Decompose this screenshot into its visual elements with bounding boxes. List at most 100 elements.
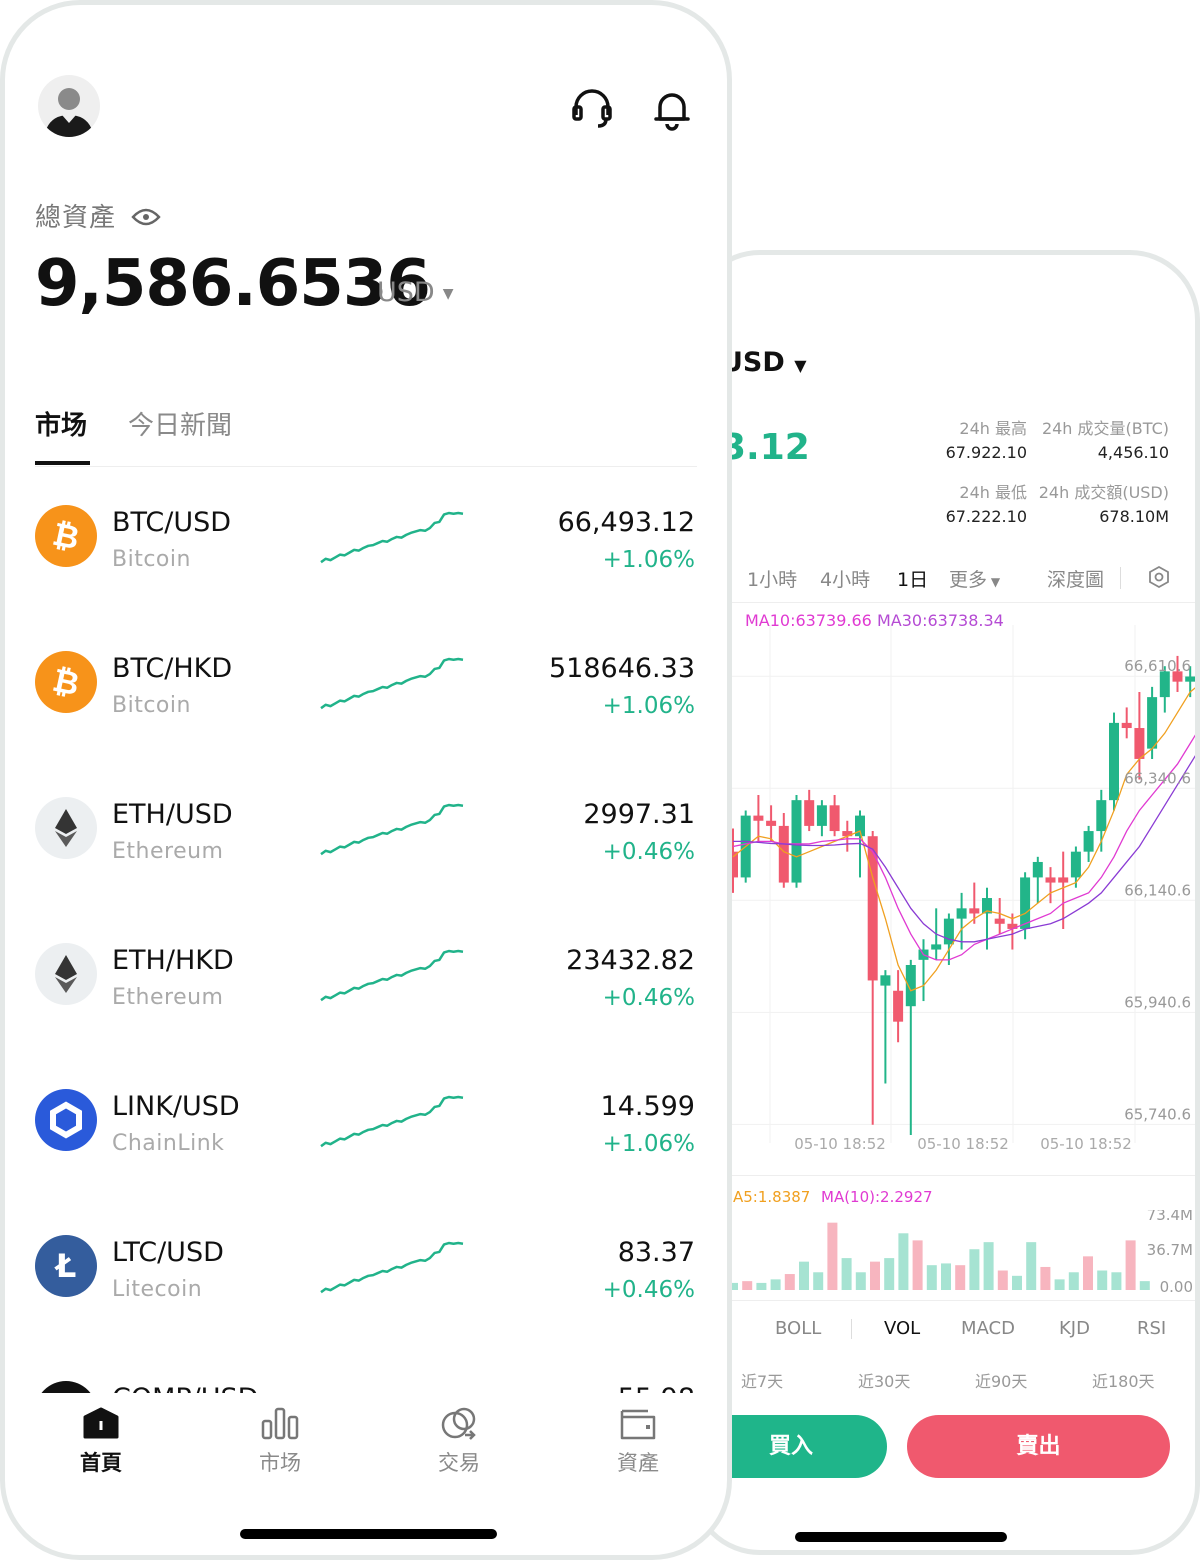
- candlestick-chart[interactable]: 66,610.6 66,340.6 66,140.6 65,940.6 65,740.6…: [695, 625, 1200, 1155]
- y-tick-label: 66,610.6: [1124, 657, 1191, 675]
- market-row-comp-usd[interactable]: COMP/USD 55.98: [5, 1351, 727, 1393]
- volume-bar: [841, 1258, 852, 1290]
- coin-name: Ethereum: [112, 985, 224, 1010]
- depth-chart-tab[interactable]: 深度圖: [1047, 565, 1104, 592]
- candle: [1121, 707, 1132, 739]
- svg-text:₿: ₿: [49, 661, 82, 704]
- currency-selector[interactable]: USD ▼: [377, 277, 453, 308]
- price: 2997.31: [583, 799, 695, 830]
- chevron-down-icon: ▼: [794, 356, 807, 375]
- indicator-vol[interactable]: VOL: [884, 1318, 920, 1339]
- volume-bar: [898, 1233, 909, 1290]
- headset-icon[interactable]: [568, 85, 616, 133]
- candle: [1032, 856, 1043, 904]
- candle: [816, 800, 827, 837]
- timeframe-4h[interactable]: 4小時: [820, 565, 870, 592]
- chart-settings-icon[interactable]: [1147, 565, 1171, 593]
- divider: [695, 602, 1195, 603]
- x-tick-label: 05-10 18:52: [917, 1135, 1009, 1153]
- price: 14.599: [600, 1091, 695, 1122]
- sparkline-path: [320, 803, 464, 856]
- coin-name: Ethereum: [112, 839, 224, 864]
- timeframe-1d[interactable]: 1日: [897, 565, 928, 592]
- price: 83.37: [617, 1237, 695, 1268]
- ma10-line: [732, 734, 1195, 961]
- avatar[interactable]: [38, 75, 100, 137]
- timeframe-more[interactable]: 更多 ▼: [949, 565, 1000, 592]
- volume-bar: [1125, 1240, 1136, 1290]
- tabbar-trade[interactable]: 交易: [404, 1395, 514, 1477]
- trade-price: 3.12: [721, 427, 810, 468]
- tabbar-assets[interactable]: 資產: [583, 1395, 693, 1477]
- indicator-boll[interactable]: BOLL: [775, 1318, 821, 1339]
- coin-name: Litecoin: [112, 1277, 203, 1302]
- volume-bar: [969, 1249, 980, 1290]
- ethereum-icon: [35, 797, 97, 859]
- volume-bar: [1083, 1256, 1093, 1290]
- sparkline: [320, 1241, 464, 1294]
- market-row-btc-usd[interactable]: ₿ BTC/USD Bitcoin 66,493.12 +1.06%: [5, 475, 727, 621]
- tabbar-assets-label: 資產: [617, 1451, 659, 1475]
- vol-ma5-label: A5:1.8387: [733, 1188, 811, 1206]
- range-90d[interactable]: 近90天: [975, 1368, 1027, 1392]
- eye-icon[interactable]: [131, 205, 161, 229]
- pair-label: COMP/USD: [112, 1383, 258, 1393]
- bell-icon[interactable]: [648, 85, 696, 133]
- trade-pair-title[interactable]: USD ▼: [721, 347, 807, 378]
- vol-usd-label: 24h 成交額(USD): [1038, 483, 1169, 502]
- change-percent: +1.06%: [602, 1131, 695, 1157]
- tab-market[interactable]: 市场: [35, 405, 87, 442]
- candle: [880, 970, 891, 1084]
- candle: [893, 970, 904, 1043]
- volume-bar: [784, 1274, 795, 1290]
- home-indicator: [240, 1529, 497, 1539]
- volume-bar: [855, 1272, 866, 1290]
- range-30d[interactable]: 近30天: [858, 1368, 910, 1392]
- litecoin-icon: Ł: [35, 1235, 97, 1297]
- tabbar-trade-label: 交易: [438, 1451, 480, 1475]
- sparkline: [320, 803, 464, 856]
- volume-bar: [1068, 1272, 1079, 1290]
- bitcoin-icon: ₿: [35, 651, 97, 713]
- y-tick-label: 65,740.6: [1124, 1105, 1191, 1123]
- candle: [1070, 846, 1081, 888]
- volume-bar: [799, 1261, 809, 1290]
- candle: [1045, 867, 1056, 904]
- tabbar-home[interactable]: 首頁: [46, 1395, 156, 1477]
- divider: [35, 466, 697, 467]
- indicator-kjd[interactable]: KJD: [1059, 1318, 1090, 1339]
- market-row-link-usd[interactable]: LINK/USD ChainLink 14.599 +1.06%: [5, 1059, 727, 1205]
- sell-button[interactable]: 賣出: [907, 1415, 1170, 1478]
- range-180d[interactable]: 近180天: [1092, 1368, 1155, 1392]
- pair-label: BTC/HKD: [112, 653, 233, 684]
- volume-bar: [742, 1281, 753, 1290]
- high-label: 24h 最高: [959, 419, 1027, 438]
- volume-tick-label: 0.00: [1160, 1278, 1193, 1295]
- range-7d[interactable]: 近7天: [741, 1368, 783, 1392]
- market-row-ltc-usd[interactable]: Ł LTC/USD Litecoin 83.37 +0.46%: [5, 1205, 727, 1351]
- tabbar-market[interactable]: 市场: [225, 1395, 335, 1477]
- market-row-eth-hkd[interactable]: ETH/HKD Ethereum 23432.82 +0.46%: [5, 913, 727, 1059]
- volume-bar: [912, 1240, 923, 1290]
- timeframe-more-label: 更多: [949, 569, 988, 591]
- volume-chart: 73.4M 36.7M 0.00: [728, 1210, 1193, 1295]
- caret-down-icon: ▼: [987, 575, 1001, 589]
- trade-icon: [441, 1407, 476, 1440]
- price: 55.98: [618, 1383, 695, 1393]
- market-row-eth-usd[interactable]: ETH/USD Ethereum 2997.31 +0.46%: [5, 767, 727, 913]
- coin-name: ChainLink: [112, 1131, 225, 1156]
- indicator-macd[interactable]: MACD: [961, 1318, 1015, 1339]
- volume-bar: [926, 1265, 937, 1290]
- tab-news[interactable]: 今日新聞: [128, 405, 232, 442]
- low-label: 24h 最低: [959, 483, 1027, 502]
- active-tab-indicator: [35, 461, 90, 465]
- caret-down-icon: ▼: [442, 286, 454, 302]
- total-assets-label: 總資產: [35, 197, 161, 234]
- change-percent: +0.46%: [602, 985, 695, 1011]
- y-tick-label: 65,940.6: [1124, 993, 1191, 1011]
- market-row-btc-hkd[interactable]: ₿ BTC/HKD Bitcoin 518646.33 +1.06%: [5, 621, 727, 767]
- timeframe-1h[interactable]: 1小時: [747, 565, 797, 592]
- indicator-rsi[interactable]: RSI: [1137, 1318, 1166, 1339]
- total-assets-text: 總資產: [35, 203, 117, 233]
- coin-name: Bitcoin: [112, 547, 191, 572]
